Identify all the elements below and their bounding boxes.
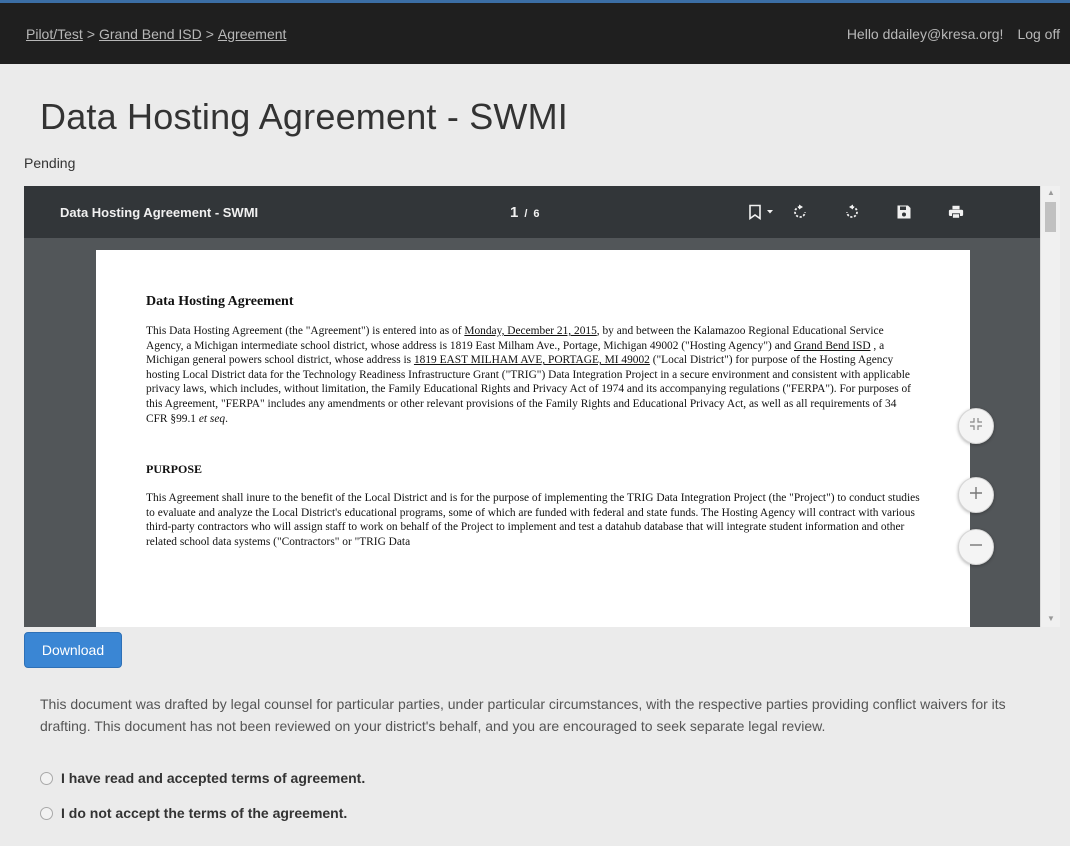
breadcrumb-district[interactable]: Grand Bend ISD: [99, 26, 202, 42]
district-address: 1819 EAST MILHAM AVE, PORTAGE, MI 49002: [413, 354, 650, 367]
rotate-clockwise-icon[interactable]: [792, 204, 808, 220]
breadcrumb: Pilot/Test > Grand Bend ISD > Agreement: [26, 26, 286, 42]
document-intro-paragraph: This Data Hosting Agreement (the "Agreem…: [146, 325, 911, 425]
current-page[interactable]: 1: [510, 204, 518, 221]
pdf-viewer[interactable]: Data Hosting Agreement - SWMI 1 / 6 Data…: [24, 186, 1060, 627]
save-icon[interactable]: [896, 204, 912, 220]
breadcrumb-separator: >: [205, 25, 214, 42]
purpose-paragraph: This Agreement shall inure to the benefi…: [146, 492, 920, 548]
page-title: Data Hosting Agreement - SWMI: [40, 96, 568, 137]
scroll-thumb[interactable]: [1045, 202, 1056, 232]
scroll-down-icon[interactable]: ▼: [1047, 614, 1055, 623]
status-text: Pending: [24, 155, 76, 171]
viewer-scrollbar[interactable]: ▲ ▼: [1040, 186, 1060, 627]
user-box: Hello ddailey@kresa.org! Log off: [847, 26, 1060, 42]
breadcrumb-pilot-test[interactable]: Pilot/Test: [26, 26, 83, 42]
pdf-toolbar: Data Hosting Agreement - SWMI 1 / 6: [24, 186, 1040, 238]
page-indicator: 1 / 6: [510, 204, 540, 221]
zoom-out-button[interactable]: [958, 529, 994, 565]
decline-terms-radio[interactable]: [40, 806, 53, 820]
user-greeting: Hello ddailey@kresa.org!: [846, 25, 1004, 42]
fit-to-page-button[interactable]: [958, 408, 994, 444]
top-navbar: Pilot/Test > Grand Bend ISD > Agreement …: [0, 0, 1070, 64]
decline-terms-label: I do not accept the terms of the agreeme…: [61, 805, 348, 821]
total-pages: 6: [533, 207, 540, 220]
document-heading: Data Hosting Agreement: [146, 294, 294, 309]
accept-terms-radio[interactable]: [40, 771, 53, 785]
accept-terms-label: I have read and accepted terms of agreem…: [61, 770, 366, 786]
bookmark-icon[interactable]: [748, 204, 778, 220]
logoff-link[interactable]: Log off: [1017, 26, 1060, 42]
plus-icon: [969, 486, 983, 505]
accept-terms-option[interactable]: I have read and accepted terms of agreem…: [40, 770, 365, 786]
pdf-page: Data Hosting Agreement This Data Hosting…: [96, 250, 970, 627]
breadcrumb-separator: >: [86, 25, 95, 42]
minus-icon: [969, 538, 983, 557]
district-name: Grand Bend ISD: [794, 339, 871, 352]
zoom-in-button[interactable]: [958, 477, 994, 513]
decline-terms-option[interactable]: I do not accept the terms of the agreeme…: [40, 805, 347, 821]
pdf-tool-icons: [748, 204, 964, 220]
pdf-document-title: Data Hosting Agreement - SWMI: [60, 204, 259, 220]
scroll-up-icon[interactable]: ▲: [1047, 188, 1055, 197]
rotate-counterclockwise-icon[interactable]: [844, 204, 860, 220]
page-separator: /: [524, 207, 528, 220]
purpose-heading: PURPOSE: [146, 462, 203, 477]
download-button[interactable]: Download: [24, 632, 122, 668]
print-icon[interactable]: [948, 204, 964, 220]
fit-to-page-icon: [969, 417, 983, 436]
agreement-date: Monday, December 21, 2015: [464, 325, 597, 337]
breadcrumb-agreement[interactable]: Agreement: [218, 26, 286, 42]
legal-disclaimer: This document was drafted by legal couns…: [40, 696, 1006, 734]
